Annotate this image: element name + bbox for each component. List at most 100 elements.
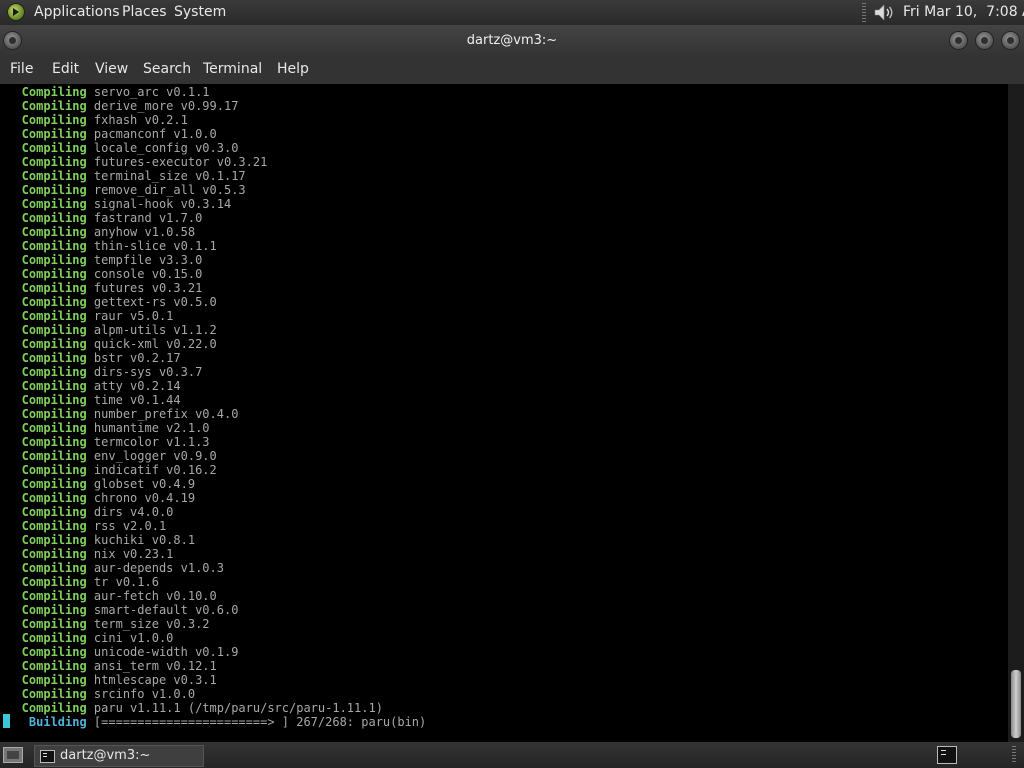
crate-name: env_logger v0.9.0	[86, 449, 217, 463]
crate-name: tempfile v3.3.0	[86, 253, 203, 267]
crate-name: unicode-width v0.1.9	[86, 645, 239, 659]
menu-view[interactable]: View	[95, 61, 128, 77]
panel-handle-icon[interactable]	[1012, 746, 1016, 764]
terminal-line: Compiling fastrand v1.7.0	[0, 211, 203, 225]
terminal-line: Compiling pacmanconf v1.0.0	[0, 127, 217, 141]
compiling-keyword: Compiling	[0, 337, 87, 351]
crate-name: futures v0.3.21	[86, 281, 203, 295]
menu-search[interactable]: Search	[143, 61, 191, 77]
crate-name: pacmanconf v1.0.0	[86, 127, 217, 141]
compiling-keyword: Compiling	[0, 379, 87, 393]
terminal-line: Compiling time v0.1.44	[0, 393, 181, 407]
menu-file[interactable]: File	[10, 61, 33, 77]
crate-name: bstr v0.2.17	[86, 351, 181, 365]
maximize-icon[interactable]	[976, 32, 993, 49]
close-icon[interactable]	[1002, 32, 1019, 49]
compiling-keyword: Compiling	[0, 533, 87, 547]
clock[interactable]: Fri Mar 10, 7:08 AM	[903, 4, 1024, 20]
places-menu[interactable]: Places	[122, 4, 167, 20]
crate-name: terminal_size v0.1.17	[86, 169, 246, 183]
compiling-keyword: Compiling	[0, 589, 87, 603]
crate-name: cini v1.0.0	[86, 631, 174, 645]
terminal-line: Compiling raur v5.0.1	[0, 309, 174, 323]
compiling-keyword: Compiling	[0, 491, 87, 505]
compiling-keyword: Compiling	[0, 435, 87, 449]
terminal-line: Compiling thin-slice v0.1.1	[0, 239, 217, 253]
show-desktop-icon[interactable]	[3, 747, 23, 763]
terminal-line: Compiling aur-fetch v0.10.0	[0, 589, 217, 603]
compiling-keyword: Compiling	[0, 183, 87, 197]
volume-icon[interactable]	[873, 3, 895, 22]
bottom-panel: dartz@vm3:~	[0, 742, 1024, 768]
applications-menu[interactable]: Applications	[34, 4, 120, 20]
crate-name: fastrand v1.7.0	[86, 211, 203, 225]
crate-name: atty v0.2.14	[86, 379, 181, 393]
workspace-switcher-icon[interactable]	[937, 746, 957, 764]
crate-name: aur-fetch v0.10.0	[86, 589, 217, 603]
compiling-keyword: Compiling	[0, 197, 87, 211]
compiling-keyword: Compiling	[0, 239, 87, 253]
compiling-keyword: Compiling	[0, 645, 87, 659]
crate-name: servo_arc v0.1.1	[86, 85, 210, 99]
crate-name: humantime v2.1.0	[86, 421, 210, 435]
terminal-line: Compiling termcolor v1.1.3	[0, 435, 210, 449]
gnome-menu-icon[interactable]	[7, 3, 25, 21]
terminal-line: Compiling fxhash v0.2.1	[0, 113, 188, 127]
compiling-keyword: Compiling	[0, 351, 87, 365]
crate-name: anyhow v1.0.58	[86, 225, 196, 239]
scrollbar-thumb[interactable]	[1011, 670, 1021, 738]
compiling-keyword: Compiling	[0, 211, 87, 225]
crate-name: globset v0.4.9	[86, 477, 196, 491]
terminal-line: Compiling srcinfo v1.0.0	[0, 687, 195, 701]
crate-name: kuchiki v0.8.1	[86, 533, 196, 547]
crate-name: smart-default v0.6.0	[86, 603, 239, 617]
compiling-keyword: Compiling	[0, 295, 87, 309]
panel-handle-icon[interactable]	[862, 3, 866, 22]
crate-name: dirs-sys v0.3.7	[86, 365, 203, 379]
window-titlebar[interactable]: dartz@vm3:~	[0, 25, 1024, 57]
terminal-line: Compiling chrono v0.4.19	[0, 491, 195, 505]
compiling-keyword: Compiling	[0, 421, 87, 435]
terminal-line: Compiling term_size v0.3.2	[0, 617, 210, 631]
terminal-line: Compiling servo_arc v0.1.1	[0, 85, 210, 99]
terminal-line: Compiling unicode-width v0.1.9	[0, 645, 239, 659]
desktop: Applications Places System Fri Mar 10, 7…	[0, 0, 1024, 768]
compiling-keyword: Compiling	[0, 309, 87, 323]
crate-name: thin-slice v0.1.1	[86, 239, 217, 253]
compiling-keyword: Compiling	[0, 267, 87, 281]
crate-name: htmlescape v0.3.1	[86, 673, 217, 687]
compiling-keyword: Compiling	[0, 659, 87, 673]
terminal-output[interactable]: Compiling servo_arc v0.1.1 Compiling der…	[0, 84, 1008, 742]
menu-help[interactable]: Help	[277, 61, 309, 77]
compiling-keyword: Compiling	[0, 169, 87, 183]
progress-line: Building [=======================> ] 267…	[0, 715, 426, 729]
menu-terminal[interactable]: Terminal	[203, 61, 262, 77]
terminal-line: Compiling bstr v0.2.17	[0, 351, 181, 365]
terminal-icon	[40, 750, 55, 763]
crate-name: ansi_term v0.12.1	[86, 659, 217, 673]
compiling-keyword: Compiling	[0, 617, 87, 631]
terminal-line: Compiling dirs-sys v0.3.7	[0, 365, 203, 379]
compiling-keyword: Compiling	[0, 519, 87, 533]
terminal-scrollbar[interactable]	[1008, 84, 1024, 742]
compiling-keyword: Compiling	[0, 141, 87, 155]
compiling-keyword: Compiling	[0, 407, 87, 421]
minimize-icon[interactable]	[950, 32, 967, 49]
terminal-line: Compiling signal-hook v0.3.14	[0, 197, 232, 211]
menu-edit[interactable]: Edit	[52, 61, 79, 77]
crate-name: raur v5.0.1	[86, 309, 174, 323]
terminal-line: Compiling humantime v2.1.0	[0, 421, 210, 435]
taskbar-item-terminal[interactable]: dartz@vm3:~	[34, 745, 204, 767]
crate-name: time v0.1.44	[86, 393, 181, 407]
compiling-keyword: Compiling	[0, 701, 87, 715]
crate-name: signal-hook v0.3.14	[86, 197, 232, 211]
taskbar-item-label: dartz@vm3:~	[60, 748, 151, 763]
terminal-line: Compiling kuchiki v0.8.1	[0, 533, 195, 547]
compiling-keyword: Compiling	[0, 155, 87, 169]
compiling-keyword: Compiling	[0, 113, 87, 127]
top-panel: Applications Places System Fri Mar 10, 7…	[0, 0, 1024, 25]
system-menu[interactable]: System	[174, 4, 226, 20]
crate-name: indicatif v0.16.2	[86, 463, 217, 477]
window-title: dartz@vm3:~	[466, 33, 558, 48]
crate-name: alpm-utils v1.1.2	[86, 323, 217, 337]
